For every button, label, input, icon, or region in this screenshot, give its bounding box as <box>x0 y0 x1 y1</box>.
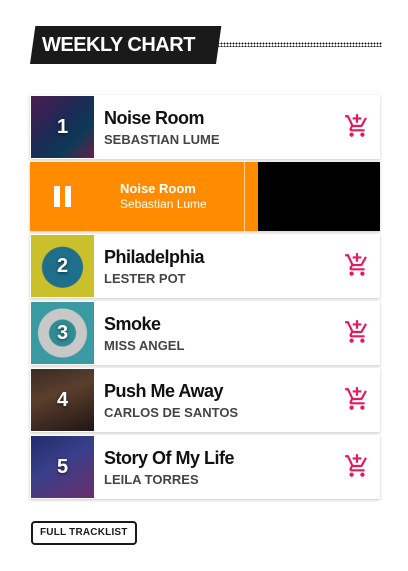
rank-number: 1 <box>56 115 69 138</box>
track-row-2[interactable]: 2 Philadelphia LESTER POT <box>30 234 380 298</box>
track-title: Push Me Away <box>104 381 224 401</box>
chart-header: WEEKLY CHART <box>30 26 382 66</box>
track-artist: CARLOS DE SANTOS <box>104 405 239 420</box>
track-row-3[interactable]: 3 Smoke MISS ANGEL <box>30 301 380 365</box>
player-title: Noise Room <box>120 181 196 196</box>
track-artist: LESTER POT <box>104 271 186 286</box>
album-cover-2[interactable]: 2 <box>31 235 94 297</box>
track-title: Smoke <box>104 314 161 334</box>
track-title: Philadelphia <box>104 247 205 267</box>
rank-number: 2 <box>56 254 69 277</box>
album-cover-1[interactable]: 1 <box>31 96 94 158</box>
page-title: WEEKLY CHART <box>42 34 195 56</box>
audio-player[interactable]: Noise Room Sebastian Lume <box>30 162 380 231</box>
dotted-divider <box>214 42 382 47</box>
album-cover-3[interactable]: 3 <box>31 302 94 364</box>
track-row-5[interactable]: 5 Story Of My Life LEILA TORRES <box>30 435 380 499</box>
add-to-cart-icon[interactable] <box>344 386 370 412</box>
rank-number: 4 <box>56 388 69 411</box>
add-to-cart-icon[interactable] <box>344 453 370 479</box>
album-cover-4[interactable]: 4 <box>31 369 94 431</box>
track-title: Story Of My Life <box>104 448 235 468</box>
track-artist: SEBASTIAN LUME <box>104 132 220 147</box>
track-artist: MISS ANGEL <box>104 338 185 353</box>
full-tracklist-button[interactable]: FULL TRACKLIST <box>31 521 137 545</box>
player-artist: Sebastian Lume <box>120 197 207 211</box>
track-title: Noise Room <box>104 108 205 128</box>
track-row-1[interactable]: 1 Noise Room SEBASTIAN LUME <box>30 95 380 159</box>
pause-icon <box>54 186 60 207</box>
progress-handle[interactable] <box>243 162 245 231</box>
rank-number: 3 <box>56 321 69 344</box>
add-to-cart-icon[interactable] <box>344 113 370 139</box>
track-artist: LEILA TORRES <box>104 472 199 487</box>
album-cover-5[interactable]: 5 <box>31 436 94 498</box>
pause-button[interactable] <box>54 186 74 207</box>
track-list: 1 Noise Room SEBASTIAN LUME Noise Room S… <box>30 95 380 502</box>
track-row-4[interactable]: 4 Push Me Away CARLOS DE SANTOS <box>30 368 380 432</box>
add-to-cart-icon[interactable] <box>344 319 370 345</box>
add-to-cart-icon[interactable] <box>344 252 370 278</box>
rank-number: 5 <box>56 455 69 478</box>
